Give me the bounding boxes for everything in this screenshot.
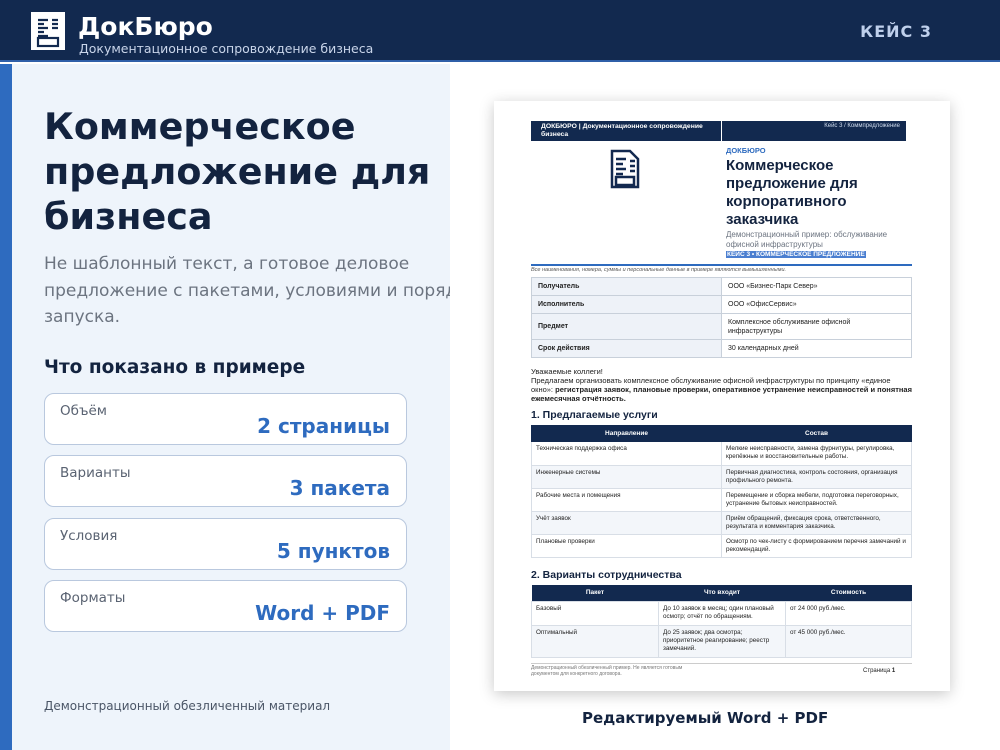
- services-col-header: Состав: [721, 425, 912, 442]
- doc-page-number: Страница 1: [863, 668, 895, 674]
- doc-intro: Предлагаем организовать комплексное обсл…: [531, 376, 912, 403]
- packages-col-header: Пакет: [531, 585, 659, 601]
- page-subtitle: Не шаблонный текст, а готовое деловое пр…: [44, 251, 514, 331]
- doc-meta-table: Получатель ООО «Бизнес-Парк Север» Исполн…: [531, 277, 912, 358]
- stat-label: Объём: [60, 403, 107, 419]
- accent-strip: [0, 64, 12, 750]
- services-table: Направление Состав Техническая поддержка …: [531, 425, 912, 558]
- service-desc: Приём обращений, фиксация срока, ответст…: [721, 511, 912, 535]
- stat-value: 5 пунктов: [276, 539, 390, 563]
- service-desc: Осмотр по чек-листу с формированием пере…: [721, 534, 912, 558]
- service-name: Рабочие места и помещения: [531, 488, 722, 512]
- doc-title: Коммерческое предложение для корпоративн…: [726, 157, 858, 228]
- package-content: До 25 заявок; два осмотра; приоритетное …: [658, 624, 786, 658]
- packages-col-header: Стоимость: [785, 585, 912, 601]
- package-name: Базовый: [531, 600, 659, 626]
- doc-subtitle: Демонстрационный пример: обслуживание оф…: [726, 230, 888, 249]
- doc-page-label: Страница: [863, 668, 891, 674]
- meta-key: Получатель: [531, 277, 722, 296]
- packages-table: Пакет Что входит Стоимость Базовый До 10 за…: [531, 585, 912, 658]
- doc-greeting-block: Уважаемые коллеги! Предлагаем организова…: [531, 367, 912, 403]
- case-label: КЕЙС 3: [860, 22, 932, 41]
- meta-value: 30 календарных дней: [721, 339, 912, 358]
- doc-section-packages: 2. Варианты сотрудничества: [531, 569, 682, 581]
- meta-value: Комплексное обслуживание офисной инфраст…: [721, 313, 912, 340]
- package-name: Оптимальный: [531, 624, 659, 658]
- doc-header-bar: ДОКБЮРО | Документационное сопровождение…: [531, 121, 906, 141]
- stat-card-formats: Форматы Word + PDF: [44, 580, 407, 632]
- doc-intro-bold: регистрация заявок, плановые проверки, о…: [531, 385, 912, 403]
- meta-key: Предмет: [531, 313, 722, 340]
- doc-logo-icon: [610, 149, 640, 189]
- service-name: Плановые проверки: [531, 534, 722, 558]
- stat-label: Условия: [60, 528, 118, 544]
- doc-page-num: 1: [891, 668, 896, 674]
- doc-header-divider: [721, 121, 722, 141]
- subtitle-line: запуска.: [44, 307, 121, 327]
- service-desc: Первичная диагностика, контроль состояни…: [721, 465, 912, 489]
- package-price: от 24 000 руб./мес.: [785, 600, 912, 626]
- brand-tagline: Документационное сопровождение бизнеса: [79, 41, 374, 56]
- document-preview[interactable]: ДОКБЮРО | Документационное сопровождение…: [494, 101, 950, 691]
- doc-header-right: Кейс 3 / Коммпредложение: [824, 123, 900, 129]
- docburo-logo-icon: [31, 12, 65, 50]
- top-bar: ДокБюро Документационное сопровождение б…: [0, 0, 1000, 62]
- service-desc: Перемещение и сборка мебели, подготовка …: [721, 488, 912, 512]
- stat-value: 3 пакета: [289, 476, 390, 500]
- doc-brand: ДОКБЮРО: [726, 146, 766, 155]
- doc-footer-divider: [531, 663, 912, 664]
- stat-value: Word + PDF: [255, 601, 390, 625]
- service-name: Учёт заявок: [531, 511, 722, 535]
- footer-note: Демонстрационный обезличенный материал: [44, 699, 331, 713]
- doc-header-left: ДОКБЮРО | Документационное сопровождение…: [541, 123, 703, 138]
- stat-card-volume: Объём 2 страницы: [44, 393, 407, 445]
- stat-label: Варианты: [60, 465, 131, 481]
- service-desc: Мелкие неисправности, замена фурнитуры, …: [721, 441, 912, 466]
- doc-footer-note: Демонстрационный обезличенный пример. Не…: [531, 665, 683, 677]
- preview-caption: Редактируемый Word + PDF: [582, 709, 829, 727]
- stat-card-terms: Условия 5 пунктов: [44, 518, 407, 570]
- doc-greeting: Уважаемые коллеги!: [531, 367, 603, 376]
- service-name: Инженерные системы: [531, 465, 722, 489]
- package-content: До 10 заявок в месяц; один плановый осмо…: [658, 600, 786, 626]
- stat-value: 2 страницы: [257, 414, 390, 438]
- meta-key: Срок действия: [531, 339, 722, 358]
- package-price: от 45 000 руб./мес.: [785, 624, 912, 658]
- shown-heading: Что показано в примере: [44, 357, 306, 378]
- stat-label: Форматы: [60, 590, 126, 606]
- packages-col-header: Что входит: [658, 585, 786, 601]
- services-col-header: Направление: [531, 425, 722, 442]
- doc-disclaimer: Все наименования, номера, суммы и персон…: [531, 267, 787, 273]
- subtitle-line: Не шаблонный текст, а готовое деловое: [44, 254, 410, 274]
- doc-divider: [531, 264, 912, 266]
- meta-value: ООО «ОфисСервис»: [721, 295, 912, 314]
- doc-section-services: 1. Предлагаемые услуги: [531, 409, 658, 421]
- stat-card-variants: Варианты 3 пакета: [44, 455, 407, 507]
- brand-name: ДокБюро: [78, 12, 213, 41]
- meta-value: ООО «Бизнес-Парк Север»: [721, 277, 912, 296]
- service-name: Техническая поддержка офиса: [531, 441, 722, 466]
- subtitle-line: предложение с пакетами, условиями и поря…: [44, 280, 491, 301]
- page-title: Коммерческое предложение для бизнеса: [44, 105, 431, 238]
- meta-key: Исполнитель: [531, 295, 722, 314]
- doc-badge: КЕЙС 3 • КОММЕРЧЕСКОЕ ПРЕДЛОЖЕНИЕ: [726, 251, 866, 258]
